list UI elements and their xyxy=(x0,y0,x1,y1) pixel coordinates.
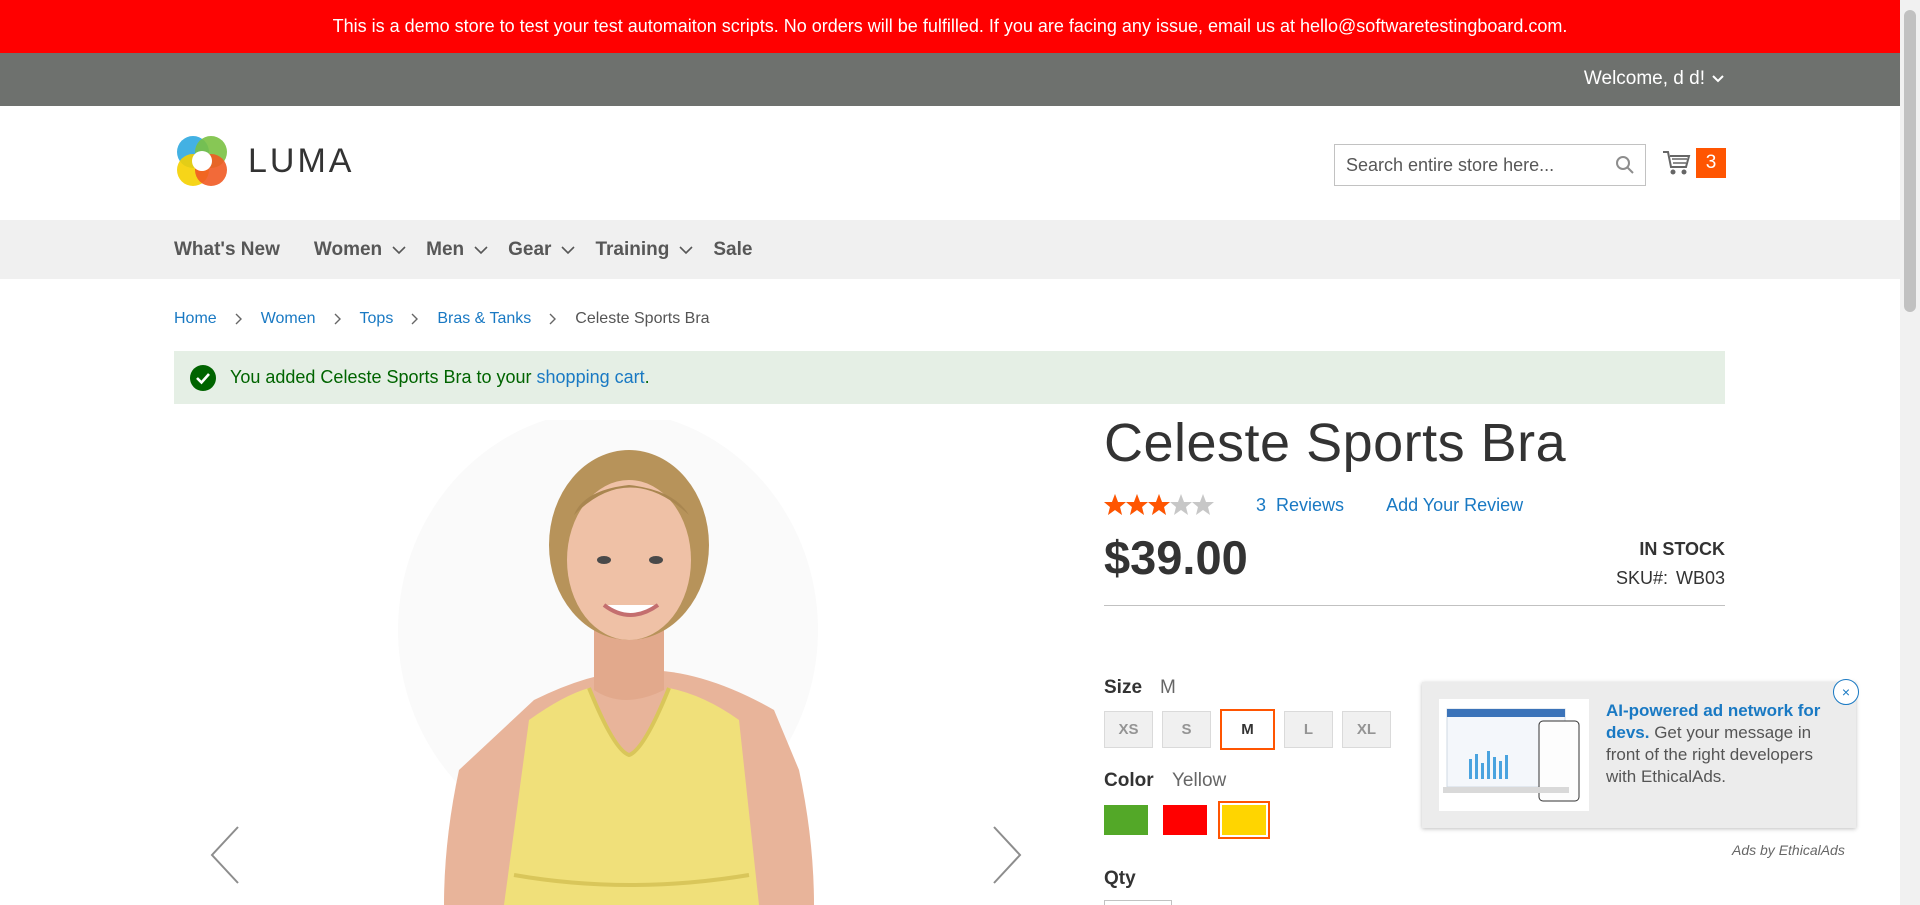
color-swatch-green[interactable] xyxy=(1104,805,1148,835)
demo-banner-text: This is a demo store to test your test a… xyxy=(332,16,1568,36)
chevron-right-icon xyxy=(334,313,342,325)
gallery-prev-arrow-icon[interactable] xyxy=(208,825,242,885)
ethicalads-ad[interactable]: AI-powered ad network for devs. Get your… xyxy=(1422,679,1859,828)
logo-text: LUMA xyxy=(248,141,355,180)
shopping-cart-link[interactable]: shopping cart xyxy=(537,367,645,387)
size-option-m[interactable]: M xyxy=(1220,709,1275,750)
chevron-down-icon xyxy=(561,245,576,254)
add-review-link[interactable]: Add Your Review xyxy=(1386,495,1523,516)
ad-attribution[interactable]: Ads by EthicalAds xyxy=(1732,842,1845,858)
success-message-text: You added Celeste Sports Bra to your sho… xyxy=(230,367,650,387)
gallery-next-arrow-icon[interactable] xyxy=(990,825,1024,885)
breadcrumb-current: Celeste Sports Bra xyxy=(575,310,710,327)
breadcrumb-home[interactable]: Home xyxy=(174,310,217,328)
size-option-xs[interactable]: XS xyxy=(1104,711,1153,748)
main-navigation: What's New Women Men Gear Training Sale xyxy=(0,220,1900,279)
shopping-cart-icon xyxy=(1663,151,1691,175)
size-label: Size xyxy=(1104,677,1143,698)
qty-label: Qty xyxy=(1104,868,1136,889)
chevron-down-icon xyxy=(392,245,406,254)
top-links-bar: Welcome, d d! xyxy=(0,53,1900,106)
product-price: $39.00 xyxy=(1104,531,1248,584)
breadcrumb-bras-tanks[interactable]: Bras & Tanks xyxy=(437,310,531,328)
nav-item-gear[interactable]: Gear xyxy=(508,239,576,261)
page-header: LUMA 3 xyxy=(0,106,1900,220)
luma-logo-icon xyxy=(177,136,227,186)
color-selected-value: Yellow xyxy=(1172,770,1227,791)
chevron-right-icon xyxy=(549,313,557,325)
size-selected-value: M xyxy=(1160,677,1176,698)
stock-status: IN STOCK xyxy=(1639,539,1725,559)
color-options xyxy=(1104,801,1270,839)
nav-item-men[interactable]: Men xyxy=(426,239,488,261)
store-logo[interactable]: LUMA xyxy=(174,133,354,189)
size-options: XS S M L XL xyxy=(1104,709,1391,750)
breadcrumb: Home Women Tops Bras & Tanks Celeste Spo… xyxy=(174,310,710,328)
scrollbar-thumb[interactable] xyxy=(1904,10,1916,312)
search-icon[interactable] xyxy=(1615,155,1635,175)
success-check-icon xyxy=(190,364,216,391)
chevron-down-icon xyxy=(679,245,693,254)
product-title: Celeste Sports Bra xyxy=(1104,413,1567,473)
color-swatch-red[interactable] xyxy=(1163,805,1207,835)
breadcrumb-women[interactable]: Women xyxy=(261,310,316,328)
nav-item-women[interactable]: Women xyxy=(314,239,406,261)
customer-welcome-dropdown[interactable]: Welcome, d d! xyxy=(1584,68,1725,90)
ad-text[interactable]: AI-powered ad network for devs. Get your… xyxy=(1606,700,1841,788)
product-rating: 3 Reviews Add Your Review xyxy=(1104,493,1523,517)
ad-image[interactable] xyxy=(1439,699,1589,811)
nav-item-whats-new[interactable]: What's New xyxy=(174,239,280,261)
minicart-button[interactable]: 3 xyxy=(1662,148,1726,178)
search-box xyxy=(1334,144,1646,186)
product-image[interactable] xyxy=(174,420,1069,905)
nav-item-training[interactable]: Training xyxy=(595,239,693,261)
qty-input[interactable] xyxy=(1104,900,1172,905)
size-option-s[interactable]: S xyxy=(1162,711,1211,748)
product-sku: SKU#: WB03 xyxy=(1615,568,1725,588)
demo-store-banner: This is a demo store to test your test a… xyxy=(0,0,1900,53)
nav-item-sale[interactable]: Sale xyxy=(713,239,752,261)
size-option-l[interactable]: L xyxy=(1284,711,1333,748)
cart-count-badge: 3 xyxy=(1696,148,1726,178)
color-swatch-yellow[interactable] xyxy=(1218,801,1270,839)
close-icon[interactable]: × xyxy=(1833,679,1859,705)
rating-stars-icon xyxy=(1104,494,1214,515)
chevron-right-icon xyxy=(411,313,419,325)
breadcrumb-tops[interactable]: Tops xyxy=(360,310,394,328)
size-option-xl[interactable]: XL xyxy=(1342,711,1391,748)
search-input[interactable] xyxy=(1346,154,1606,176)
page-scrollbar[interactable] xyxy=(1900,0,1920,905)
chevron-down-icon xyxy=(474,245,488,254)
welcome-text: Welcome, d d! xyxy=(1583,68,1705,89)
reviews-link[interactable]: 3 Reviews xyxy=(1256,495,1344,516)
divider xyxy=(1104,605,1725,606)
chevron-right-icon xyxy=(235,313,243,325)
color-label: Color xyxy=(1104,770,1154,791)
success-message: You added Celeste Sports Bra to your sho… xyxy=(174,351,1725,404)
product-gallery xyxy=(174,420,1069,905)
chevron-down-icon xyxy=(1712,75,1724,83)
